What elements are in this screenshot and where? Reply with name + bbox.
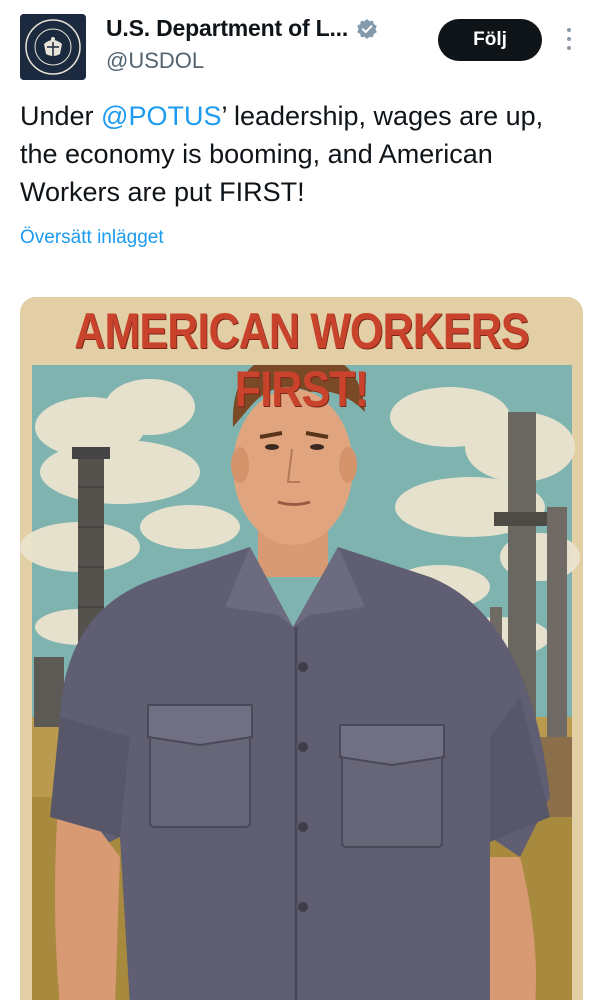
mention-link[interactable]: @POTUS: [101, 101, 221, 131]
display-name[interactable]: U.S. Department of L...: [106, 15, 348, 42]
account-handle[interactable]: @USDOL: [106, 48, 204, 74]
tweet-text: Under @POTUS’ leadership, wages are up, …: [20, 97, 580, 211]
account-name-row[interactable]: U.S. Department of L...: [106, 15, 378, 42]
department-of-labor-seal-icon: [20, 14, 86, 80]
follow-button[interactable]: Följ: [438, 19, 542, 61]
translate-post-link[interactable]: Översätt inlägget: [20, 227, 164, 249]
verified-badge-icon: [357, 18, 377, 39]
tweet-text-start: Under: [20, 101, 102, 131]
more-vertical-icon[interactable]: [562, 28, 576, 54]
avatar[interactable]: [20, 14, 86, 80]
poster-title: AMERICAN WORKERS FIRST!: [74, 303, 529, 417]
tweet-image[interactable]: AMERICAN WORKERS FIRST!: [20, 297, 583, 1000]
